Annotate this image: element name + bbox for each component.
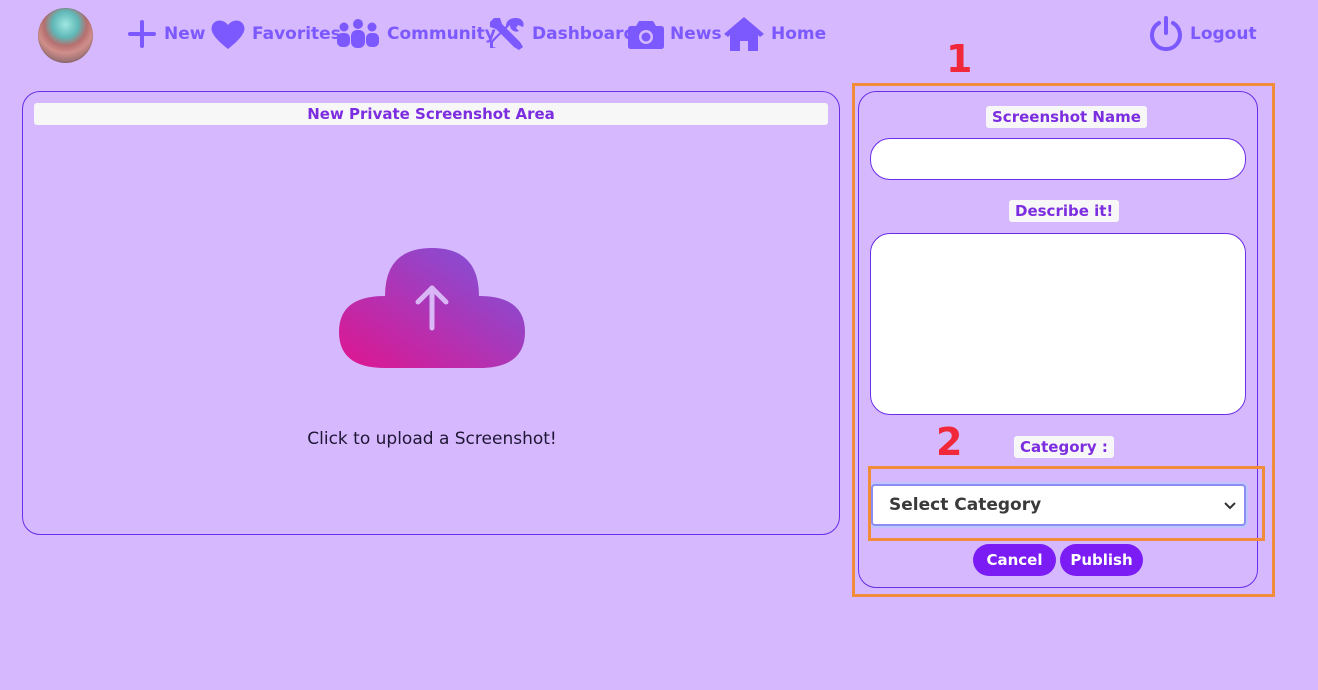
tools-icon xyxy=(488,16,526,52)
upload-instruction[interactable]: Click to upload a Screenshot! xyxy=(23,429,841,449)
power-icon xyxy=(1148,16,1184,52)
upload-area-title: New Private Screenshot Area xyxy=(34,103,828,125)
logout-label: Logout xyxy=(1190,24,1257,44)
category-select-value: Select Category xyxy=(889,495,1042,515)
nav-label-dashboard: Dashboard xyxy=(532,24,636,44)
nav-item-home[interactable]: Home xyxy=(723,15,826,53)
screenshot-name-label: Screenshot Name xyxy=(986,106,1147,128)
top-navigation: New Favorites Community Dashboard News H… xyxy=(0,0,1318,70)
avatar[interactable] xyxy=(38,8,93,63)
nav-item-dashboard[interactable]: Dashboard xyxy=(488,15,636,53)
camera-icon xyxy=(628,18,664,50)
heart-icon xyxy=(210,18,246,50)
nav-label-home: Home xyxy=(771,24,827,44)
nav-item-news[interactable]: News xyxy=(628,15,722,53)
nav-label-new: New xyxy=(164,24,206,44)
screenshot-name-input[interactable] xyxy=(870,138,1246,180)
cancel-button[interactable]: Cancel xyxy=(973,544,1056,576)
nav-label-community: Community xyxy=(387,24,496,44)
nav-label-favorites: Favorites xyxy=(252,24,341,44)
home-icon xyxy=(723,16,765,52)
nav-label-news: News xyxy=(670,24,722,44)
cloud-upload-icon[interactable] xyxy=(338,246,526,368)
upload-panel[interactable]: New Private Screenshot Area Click to upl… xyxy=(22,91,840,535)
describe-textarea[interactable] xyxy=(870,233,1246,415)
nav-item-new[interactable]: New xyxy=(126,15,205,53)
nav-item-favorites[interactable]: Favorites xyxy=(210,15,341,53)
chevron-down-icon xyxy=(1224,495,1236,515)
nav-item-community[interactable]: Community xyxy=(335,15,496,53)
publish-button[interactable]: Publish xyxy=(1060,544,1143,576)
annotation-marker-1: 1 xyxy=(946,37,973,81)
category-select[interactable]: Select Category xyxy=(871,484,1246,526)
logout-button[interactable]: Logout xyxy=(1148,15,1257,53)
describe-label: Describe it! xyxy=(1009,200,1120,222)
people-icon xyxy=(335,18,381,50)
plus-icon xyxy=(126,18,158,50)
annotation-marker-2: 2 xyxy=(936,420,963,464)
category-label: Category : xyxy=(1014,436,1114,458)
